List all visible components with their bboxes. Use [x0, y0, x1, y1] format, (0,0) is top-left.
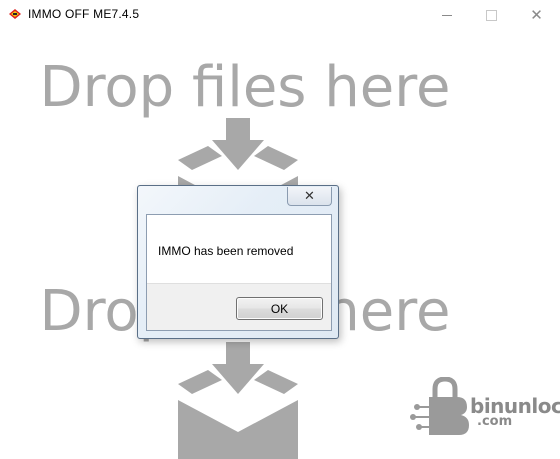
close-icon: ✕	[304, 188, 315, 204]
minimize-icon	[441, 14, 452, 16]
maximize-button[interactable]	[469, 0, 514, 30]
drop-files-label[interactable]: Drop files here	[0, 60, 490, 116]
ok-button[interactable]: OK	[236, 297, 323, 320]
dialog-close-button[interactable]: ✕	[287, 187, 332, 206]
close-icon: ✕	[530, 6, 543, 24]
app-icon	[9, 9, 21, 19]
watermark-subtext: .com	[477, 414, 513, 429]
window-title: IMMO OFF ME7.4.5	[28, 7, 140, 21]
dialog-body: IMMO has been removed OK	[146, 214, 332, 331]
close-button[interactable]: ✕	[514, 0, 559, 30]
message-dialog: ✕ IMMO has been removed OK	[137, 185, 339, 339]
maximize-icon	[486, 9, 497, 21]
drop-box-arrow-icon-secondary[interactable]	[178, 342, 300, 459]
title-bar: IMMO OFF ME7.4.5 ✕	[0, 0, 560, 30]
dialog-footer: OK	[147, 283, 331, 330]
dialog-message: IMMO has been removed	[158, 244, 294, 258]
minimize-button[interactable]	[424, 0, 469, 30]
